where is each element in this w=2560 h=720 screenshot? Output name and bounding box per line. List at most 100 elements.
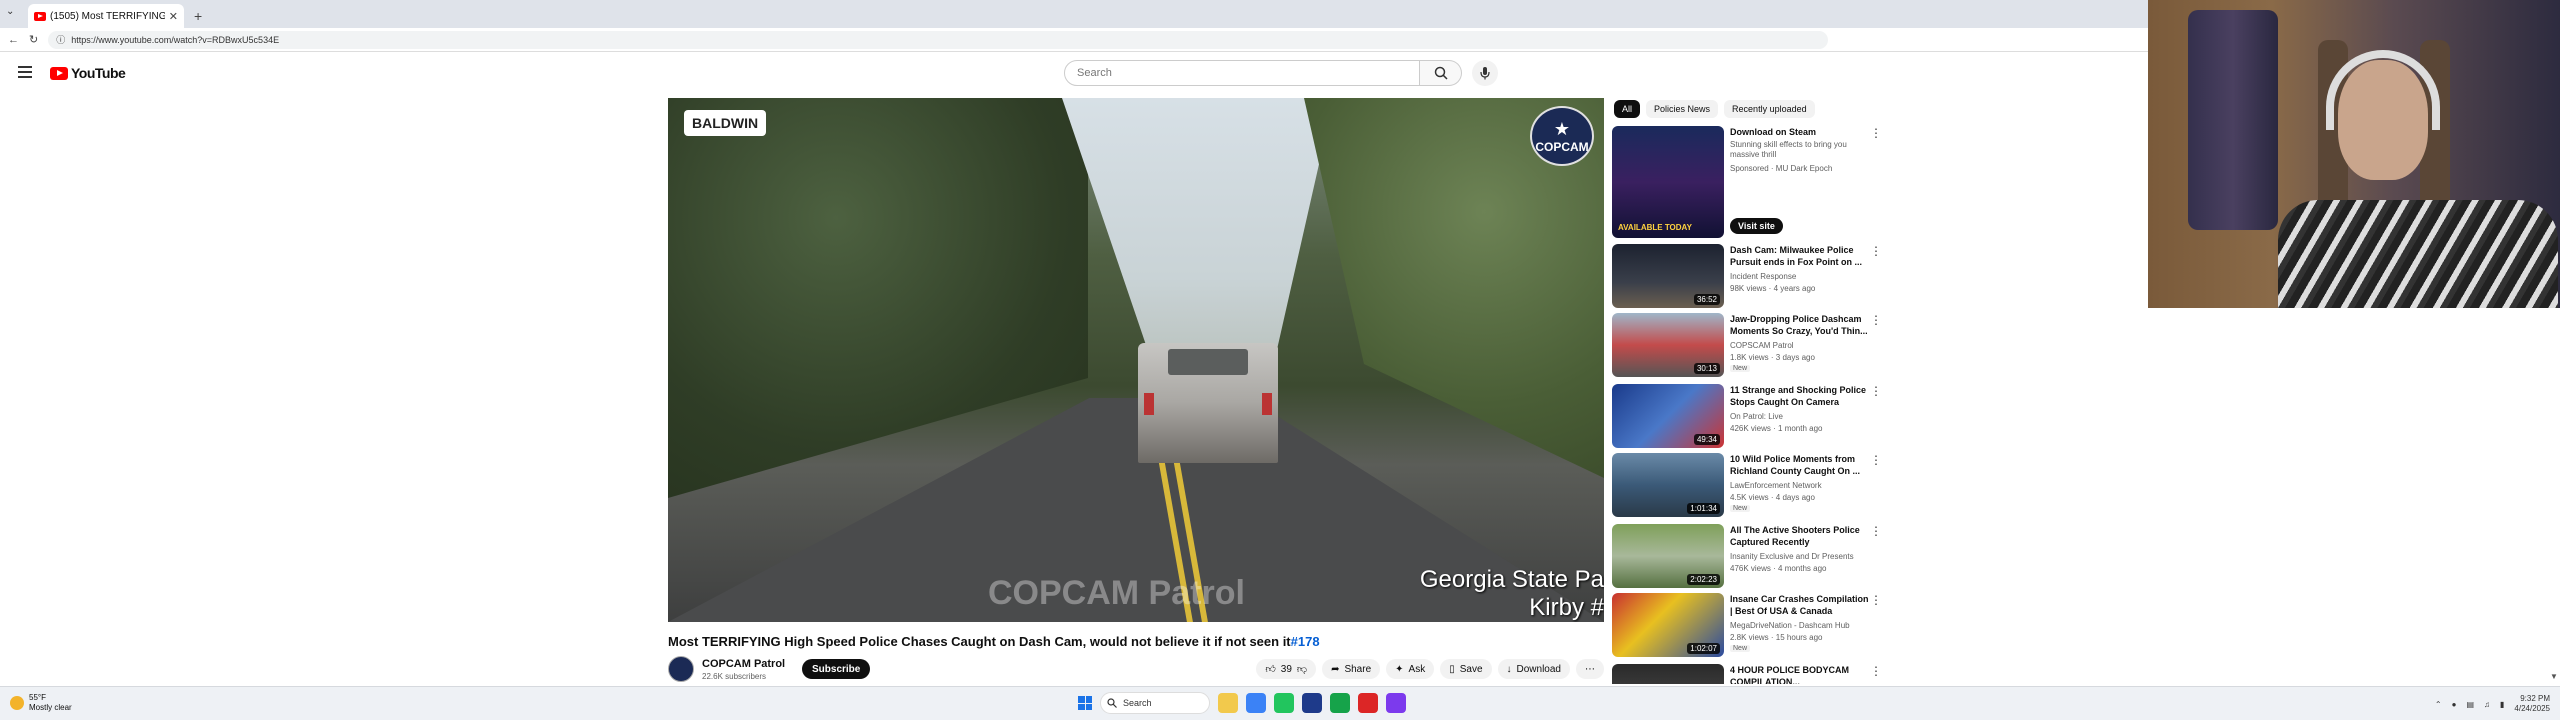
youtube-favicon-icon (34, 11, 46, 21)
new-tab-icon[interactable]: + (194, 8, 202, 24)
recommendation-title[interactable]: 4 HOUR POLICE BODYCAM COMPILATION... (1730, 664, 1870, 684)
video-thumbnail[interactable]: 1:01:34 (1612, 453, 1724, 517)
like-count: 39 (1280, 663, 1292, 675)
more-options-icon[interactable]: ⋮ (1870, 664, 1882, 678)
recommendation-channel[interactable]: Insanity Exclusive and Dr Presents (1730, 552, 1854, 561)
list-item[interactable]: 4 HOUR POLICE BODYCAM COMPILATION... ⋮ (1612, 664, 1882, 684)
weather-widget[interactable]: 55°F Mostly clear (10, 693, 72, 713)
list-item[interactable]: 49:34 11 Strange and Shocking Police Sto… (1612, 384, 1882, 452)
spotify-icon[interactable] (1330, 693, 1350, 713)
taskbar-search-label: Search (1123, 698, 1152, 708)
chrome-browser-icon[interactable] (1274, 693, 1294, 713)
video-thumbnail[interactable]: 30:13 (1612, 313, 1724, 377)
ad-sponsored: Sponsored · MU Dark Epoch (1730, 164, 1833, 173)
url-field[interactable]: ⓘ https://www.youtube.com/watch?v=RDBwxU… (48, 30, 1829, 49)
new-badge: New (1730, 645, 1751, 652)
download-button[interactable]: ↓ Download (1497, 659, 1570, 679)
edge-browser-icon[interactable] (1246, 693, 1266, 713)
more-options-icon[interactable]: ⋮ (1870, 126, 1882, 140)
recommendation-meta: 426K views · 1 month ago (1730, 424, 1823, 433)
battery-icon[interactable]: ▮ (2500, 700, 2504, 709)
tray-chevron-icon[interactable]: ⌃ (2435, 700, 2442, 709)
reload-icon[interactable]: ↻ (29, 33, 38, 46)
sponsored-item[interactable]: AVAILABLE TODAY Download on Steam Stunni… (1612, 126, 1882, 240)
chip-policies-news[interactable]: Policies News (1646, 100, 1719, 118)
recommendation-channel[interactable]: On Patrol: Live (1730, 412, 1783, 421)
more-options-icon[interactable]: ⋮ (1870, 244, 1882, 258)
clock[interactable]: 9:32 PM 4/24/2025 (2514, 694, 2550, 714)
channel-avatar[interactable] (668, 656, 694, 682)
video-thumbnail[interactable]: 36:52 (1612, 244, 1724, 308)
network-icon[interactable]: ▤ (2466, 700, 2474, 709)
ad-thumbnail-text: AVAILABLE TODAY (1618, 223, 1692, 232)
taskbar-search[interactable]: Search (1100, 692, 1210, 714)
recommendation-title[interactable]: 11 Strange and Shocking Police Stops Cau… (1730, 384, 1870, 408)
recommendation-channel[interactable]: Incident Response (1730, 272, 1796, 281)
chip-recently-uploaded[interactable]: Recently uploaded (1724, 100, 1815, 118)
discord-icon[interactable] (1386, 693, 1406, 713)
tab-title: (1505) Most TERRIFYING High (50, 10, 165, 22)
back-icon[interactable]: ← (8, 34, 19, 46)
more-actions-button[interactable]: ⋯ (1576, 659, 1604, 679)
copcam-logo-text: COPCAM (1535, 139, 1589, 154)
recommendation-title[interactable]: Jaw-Dropping Police Dashcam Moments So C… (1730, 313, 1870, 337)
video-thumbnail[interactable]: 2:02:23 (1612, 524, 1724, 588)
scroll-down-icon[interactable]: ▼ (2550, 672, 2558, 681)
ad-thumbnail[interactable]: AVAILABLE TODAY (1612, 126, 1724, 238)
app-icon[interactable] (1358, 693, 1378, 713)
menu-icon[interactable] (18, 66, 32, 78)
share-button[interactable]: ➦ Share (1322, 659, 1381, 679)
video-thumbnail[interactable]: 1:02:07 (1612, 593, 1724, 657)
close-tab-icon[interactable]: ✕ (169, 10, 178, 23)
search-button[interactable] (1420, 60, 1462, 86)
youtube-logo[interactable]: YouTube (50, 65, 126, 81)
youtube-header: YouTube Search (0, 52, 2148, 96)
ad-title[interactable]: Download on Steam (1730, 126, 1870, 138)
video-frame-pickup-truck (1138, 343, 1278, 463)
video-thumbnail[interactable] (1612, 664, 1724, 684)
tab-list-icon[interactable]: ⌄ (6, 6, 14, 17)
video-thumbnail[interactable]: 49:34 (1612, 384, 1724, 448)
volume-icon[interactable]: ♫ (2484, 700, 2490, 709)
list-item[interactable]: 2:02:23 All The Active Shooters Police C… (1612, 524, 1882, 592)
browser-tab[interactable]: (1505) Most TERRIFYING High ✕ (28, 4, 184, 28)
visit-site-button[interactable]: Visit site (1730, 218, 1783, 234)
recommendation-channel[interactable]: COPSCAM Patrol (1730, 341, 1794, 350)
more-options-icon[interactable]: ⋮ (1870, 593, 1882, 607)
thumbs-down-icon[interactable]: 👎︎ (1297, 663, 1307, 675)
more-options-icon[interactable]: ⋮ (1870, 384, 1882, 398)
recommendation-title[interactable]: Dash Cam: Milwaukee Police Pursuit ends … (1730, 244, 1870, 268)
subscribe-button[interactable]: Subscribe (802, 659, 871, 679)
recommendation-channel[interactable]: MegaDriveNation - Dashcam Hub (1730, 621, 1850, 630)
store-icon[interactable] (1302, 693, 1322, 713)
more-options-icon[interactable]: ⋮ (1870, 524, 1882, 538)
save-button[interactable]: ▯ Save (1440, 659, 1492, 679)
like-button[interactable]: 👍︎ 39 👎︎ (1256, 659, 1317, 679)
search-input[interactable]: Search (1064, 60, 1420, 86)
video-hashtag-link[interactable]: #178 (1291, 634, 1320, 649)
list-item[interactable]: 30:13 Jaw-Dropping Police Dashcam Moment… (1612, 313, 1882, 381)
microphone-icon[interactable]: ● (2452, 700, 2457, 709)
list-item[interactable]: 36:52 Dash Cam: Milwaukee Police Pursuit… (1612, 244, 1882, 312)
list-item[interactable]: 1:02:07 Insane Car Crashes Compilation |… (1612, 593, 1882, 661)
recommendation-title[interactable]: Insane Car Crashes Compilation | Best Of… (1730, 593, 1870, 617)
channel-name[interactable]: COPCAM Patrol (702, 658, 785, 670)
windows-start-icon[interactable] (1078, 696, 1092, 710)
list-item[interactable]: 1:01:34 10 Wild Police Moments from Rich… (1612, 453, 1882, 521)
more-options-icon[interactable]: ⋮ (1870, 313, 1882, 327)
video-player[interactable]: BALDWIN ★ COPCAM COPCAM Patrol Georgia S… (668, 98, 1604, 622)
search-icon (1107, 698, 1117, 708)
file-explorer-icon[interactable] (1218, 693, 1238, 713)
duration-badge: 36:52 (1693, 294, 1720, 305)
more-options-icon[interactable]: ⋮ (1870, 453, 1882, 467)
recommendation-title[interactable]: All The Active Shooters Police Captured … (1730, 524, 1870, 548)
webcam-overlay (2148, 0, 2560, 308)
chip-all[interactable]: All (1614, 100, 1641, 118)
microphone-icon (1480, 67, 1490, 80)
download-label: Download (1516, 663, 1561, 675)
recommendation-channel[interactable]: LawEnforcement Network (1730, 481, 1822, 490)
ask-button[interactable]: ✦ Ask (1386, 659, 1435, 679)
recommendation-title[interactable]: 10 Wild Police Moments from Richland Cou… (1730, 453, 1870, 477)
voice-search-button[interactable] (1472, 60, 1498, 86)
site-info-icon[interactable]: ⓘ (56, 33, 65, 46)
